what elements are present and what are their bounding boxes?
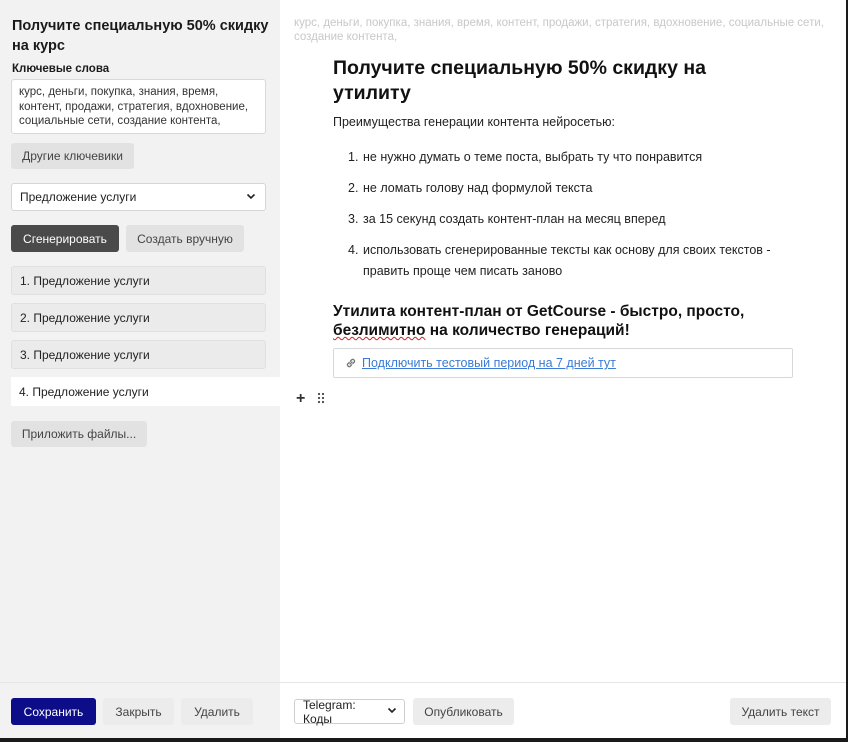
content-intro[interactable]: Преимущества генерации контента нейросет… xyxy=(333,115,615,129)
variant-item-1[interactable]: 1. Предложение услуги xyxy=(11,266,266,295)
list-item-text: за 15 секунд создать контент-план на мес… xyxy=(363,212,666,226)
save-button[interactable]: Сохранить xyxy=(11,698,96,725)
other-keywords-button[interactable]: Другие ключевики xyxy=(11,143,134,169)
close-button[interactable]: Закрыть xyxy=(103,698,174,725)
plus-icon[interactable]: + xyxy=(296,390,305,408)
trial-period-link[interactable]: Подключить тестовый период на 7 дней тут xyxy=(362,356,616,370)
delete-text-button[interactable]: Удалить текст xyxy=(730,698,831,725)
create-manually-button[interactable]: Создать вручную xyxy=(126,225,244,252)
channel-select[interactable]: Telegram: Коды xyxy=(294,697,405,726)
link-block[interactable]: Подключить тестовый период на 7 дней тут xyxy=(333,348,793,378)
editor-footer: Telegram: Коды Опубликовать Удалить текс… xyxy=(280,682,846,738)
sidebar-footer: Сохранить Закрыть Удалить xyxy=(0,682,280,738)
link-icon xyxy=(344,356,358,370)
list-item: 1. не нужно думать о теме поста, выбрать… xyxy=(333,147,793,168)
list-item-text: не нужно думать о теме поста, выбрать ту… xyxy=(363,150,703,164)
attach-files-button[interactable]: Приложить файлы... xyxy=(11,421,147,447)
content-heading[interactable]: Получите специальную 50% скидку на утили… xyxy=(333,56,753,106)
publish-button[interactable]: Опубликовать xyxy=(413,698,514,725)
editor: курс, деньги, покупка, знания, время, ко… xyxy=(280,0,846,682)
keywords-input[interactable]: курс, деньги, покупка, знания, время, ко… xyxy=(11,79,266,134)
list-item: 3. за 15 секунд создать контент-план на … xyxy=(333,209,793,230)
window-edge-bottom xyxy=(0,738,848,742)
post-title: Получите специальную 50% скидку на курс xyxy=(12,18,269,54)
list-item-number: 4. xyxy=(348,243,359,257)
drag-handle-icon[interactable] xyxy=(316,392,326,404)
list-item-number: 3. xyxy=(348,212,359,226)
list-item: 2. не ломать голову над формулой текста xyxy=(333,178,793,199)
content-type-select-value: Предложение услуги xyxy=(20,190,137,204)
channel-select-value: Telegram: Коды xyxy=(303,697,356,726)
variant-item-2[interactable]: 2. Предложение услуги xyxy=(11,303,266,332)
chevron-down-icon xyxy=(245,190,257,205)
list-item-text: не ломать голову над формулой текста xyxy=(363,181,593,195)
list-item: 4. использовать сгенерированные тексты к… xyxy=(333,240,793,282)
delete-button[interactable]: Удалить xyxy=(181,698,253,725)
variant-item-4-selected[interactable]: 4. Предложение услуги xyxy=(11,377,280,406)
variant-item-3[interactable]: 3. Предложение услуги xyxy=(11,340,266,369)
benefits-list[interactable]: 1. не нужно думать о теме поста, выбрать… xyxy=(333,147,793,282)
content-subheading[interactable]: Утилита контент-план от GetCourse - быст… xyxy=(333,302,793,340)
list-item-text: использовать сгенерированные тексты как … xyxy=(363,243,771,278)
subheading-text-part1: Утилита контент-план от GetCourse - быст… xyxy=(333,303,745,320)
generate-button[interactable]: Сгенерировать xyxy=(11,225,119,252)
content-type-select[interactable]: Предложение услуги xyxy=(11,183,266,211)
subheading-spellcheck-word: безлимитно xyxy=(333,322,426,339)
keywords-placeholder: курс, деньги, покупка, знания, время, ко… xyxy=(294,17,824,43)
keywords-label: Ключевые слова xyxy=(12,63,110,75)
sidebar: Получите специальную 50% скидку на курс … xyxy=(0,0,280,682)
list-item-number: 1. xyxy=(348,150,359,164)
chevron-down-icon xyxy=(386,704,398,719)
subheading-text-part3: на количество генераций! xyxy=(425,322,630,339)
list-item-number: 2. xyxy=(348,181,359,195)
